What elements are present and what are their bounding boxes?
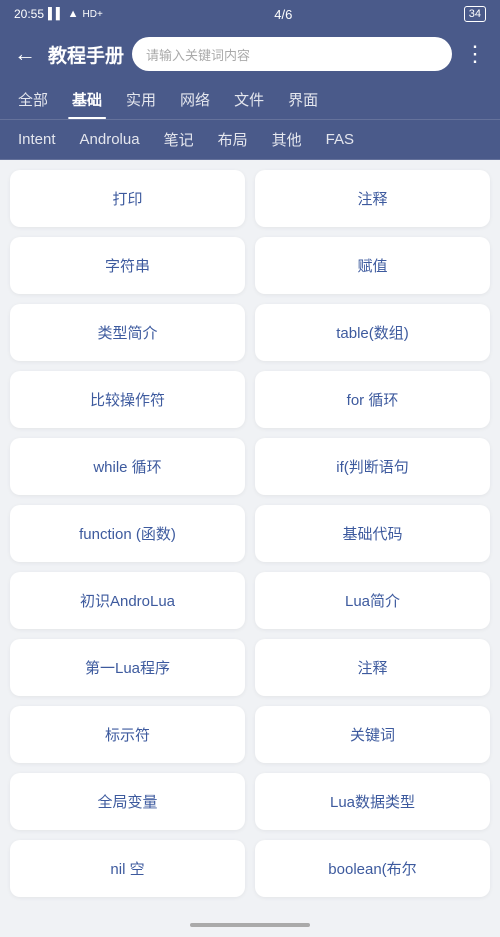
card-1[interactable]: 打印 bbox=[10, 170, 245, 227]
tab-row-2: IntentAndrolua笔记布局其他FAS bbox=[0, 120, 500, 160]
card-label-5: 类型简介 bbox=[97, 322, 157, 343]
card-label-2: 注释 bbox=[357, 188, 387, 209]
card-grid: 打印注释字符串赋值类型简介table(数组)比较操作符for 循环while 循… bbox=[0, 160, 500, 917]
card-20[interactable]: Lua数据类型 bbox=[255, 773, 490, 830]
card-6[interactable]: table(数组) bbox=[255, 304, 490, 361]
card-8[interactable]: for 循环 bbox=[255, 371, 490, 428]
tab-布局[interactable]: 布局 bbox=[206, 120, 260, 159]
tab-全部[interactable]: 全部 bbox=[6, 80, 60, 119]
card-4[interactable]: 赋值 bbox=[255, 237, 490, 294]
wifi-icon: ▲ bbox=[68, 8, 79, 20]
tab-row-1: 全部基础实用网络文件界面 bbox=[0, 80, 500, 120]
tab-界面[interactable]: 界面 bbox=[276, 80, 330, 119]
card-11[interactable]: function (函数) bbox=[10, 505, 245, 562]
status-time: 20:55 bbox=[14, 7, 44, 21]
card-2[interactable]: 注释 bbox=[255, 170, 490, 227]
card-label-19: 全局变量 bbox=[97, 791, 157, 812]
card-label-14: Lua简介 bbox=[345, 590, 400, 611]
tab-Intent[interactable]: Intent bbox=[6, 122, 68, 157]
search-box[interactable]: 请输入关键词内容 bbox=[132, 37, 452, 71]
card-label-3: 字符串 bbox=[105, 255, 150, 276]
search-placeholder: 请输入关键词内容 bbox=[146, 45, 250, 64]
bottom-bar bbox=[0, 917, 500, 937]
back-button[interactable]: ← bbox=[10, 39, 40, 69]
card-label-16: 注释 bbox=[357, 657, 387, 678]
card-9[interactable]: while 循环 bbox=[10, 438, 245, 495]
card-label-22: boolean(布尔 bbox=[328, 858, 416, 879]
hd-label: HD+ bbox=[83, 9, 103, 20]
card-label-1: 打印 bbox=[112, 188, 142, 209]
card-label-13: 初识AndroLua bbox=[80, 590, 175, 611]
tab-实用[interactable]: 实用 bbox=[114, 80, 168, 119]
card-label-21: nil 空 bbox=[110, 858, 144, 879]
app-bar: ← 教程手册 请输入关键词内容 ⋮ bbox=[0, 28, 500, 80]
bottom-indicator bbox=[190, 923, 310, 927]
card-label-6: table(数组) bbox=[336, 322, 409, 343]
card-3[interactable]: 字符串 bbox=[10, 237, 245, 294]
page-indicator: 4/6 bbox=[274, 7, 292, 22]
card-label-12: 基础代码 bbox=[342, 523, 402, 544]
status-bar: 20:55 ▌▌ ▲ HD+ 4/6 34 bbox=[0, 0, 500, 28]
card-label-8: for 循环 bbox=[347, 389, 399, 410]
status-left: 20:55 ▌▌ ▲ HD+ bbox=[14, 7, 103, 21]
battery-indicator: 34 bbox=[464, 6, 486, 22]
card-label-20: Lua数据类型 bbox=[330, 791, 415, 812]
card-13[interactable]: 初识AndroLua bbox=[10, 572, 245, 629]
card-label-9: while 循环 bbox=[93, 456, 161, 477]
signal-icon: ▌▌ bbox=[48, 8, 64, 20]
card-7[interactable]: 比较操作符 bbox=[10, 371, 245, 428]
card-21[interactable]: nil 空 bbox=[10, 840, 245, 897]
card-22[interactable]: boolean(布尔 bbox=[255, 840, 490, 897]
card-19[interactable]: 全局变量 bbox=[10, 773, 245, 830]
tab-Androlua[interactable]: Androlua bbox=[68, 122, 152, 157]
tab-网络[interactable]: 网络 bbox=[168, 80, 222, 119]
card-12[interactable]: 基础代码 bbox=[255, 505, 490, 562]
card-label-7: 比较操作符 bbox=[90, 389, 165, 410]
tab-其他[interactable]: 其他 bbox=[260, 120, 314, 159]
tab-笔记[interactable]: 笔记 bbox=[152, 120, 206, 159]
app-title: 教程手册 bbox=[48, 41, 124, 68]
card-16[interactable]: 注释 bbox=[255, 639, 490, 696]
card-label-11: function (函数) bbox=[79, 523, 176, 544]
tab-文件[interactable]: 文件 bbox=[222, 80, 276, 119]
card-label-17: 标示符 bbox=[105, 724, 150, 745]
card-14[interactable]: Lua简介 bbox=[255, 572, 490, 629]
card-17[interactable]: 标示符 bbox=[10, 706, 245, 763]
card-10[interactable]: if(判断语句 bbox=[255, 438, 490, 495]
more-button[interactable]: ⋮ bbox=[460, 39, 490, 69]
tab-FAS[interactable]: FAS bbox=[314, 122, 366, 157]
card-15[interactable]: 第一Lua程序 bbox=[10, 639, 245, 696]
tab-基础[interactable]: 基础 bbox=[60, 80, 114, 119]
card-label-18: 关键词 bbox=[350, 724, 395, 745]
card-label-15: 第一Lua程序 bbox=[85, 657, 170, 678]
card-label-4: 赋值 bbox=[357, 255, 387, 276]
card-label-10: if(判断语句 bbox=[336, 456, 409, 477]
card-18[interactable]: 关键词 bbox=[255, 706, 490, 763]
card-5[interactable]: 类型简介 bbox=[10, 304, 245, 361]
